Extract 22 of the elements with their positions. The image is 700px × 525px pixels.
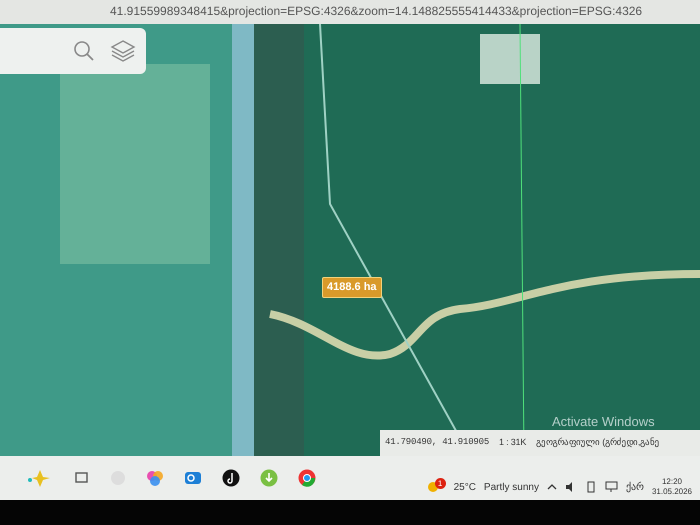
weather-temperature: 25°C: [454, 480, 476, 494]
coordinates-readout: 41.790490, 41.910905: [385, 436, 490, 450]
activation-notice: Activate Windows: [552, 413, 655, 431]
crs-selector[interactable]: გეოგრაფიული (გრძედი,განე: [536, 436, 660, 450]
notification-badge: 1: [434, 478, 446, 488]
browser-icon[interactable]: [298, 469, 316, 487]
clock[interactable]: 12:20 31.05.2026: [652, 477, 692, 497]
layers-icon[interactable]: [110, 38, 136, 64]
colorful-app-icon[interactable]: [146, 469, 164, 487]
mail-app-icon[interactable]: [184, 469, 202, 487]
clock-time: 12:20: [660, 477, 683, 487]
download-app-icon[interactable]: [260, 469, 278, 487]
chevron-up-icon[interactable]: [546, 482, 557, 492]
address-bar-url[interactable]: 41.91559989348415&projection=EPSG:4326&zoom=14.148825555414433&projection=EPSG:4326: [0, 0, 700, 24]
monitor-icon[interactable]: [604, 481, 618, 493]
scale-readout: 1 : 31K: [499, 436, 526, 450]
measurement-label: 4188.6 ha: [322, 277, 382, 298]
search-icon[interactable]: [72, 39, 96, 63]
clock-date: 31.05.2026: [652, 487, 692, 497]
music-note-icon[interactable]: [222, 469, 240, 487]
weather-condition: Partly sunny: [484, 480, 539, 494]
language-indicator[interactable]: ქარ: [626, 480, 644, 494]
